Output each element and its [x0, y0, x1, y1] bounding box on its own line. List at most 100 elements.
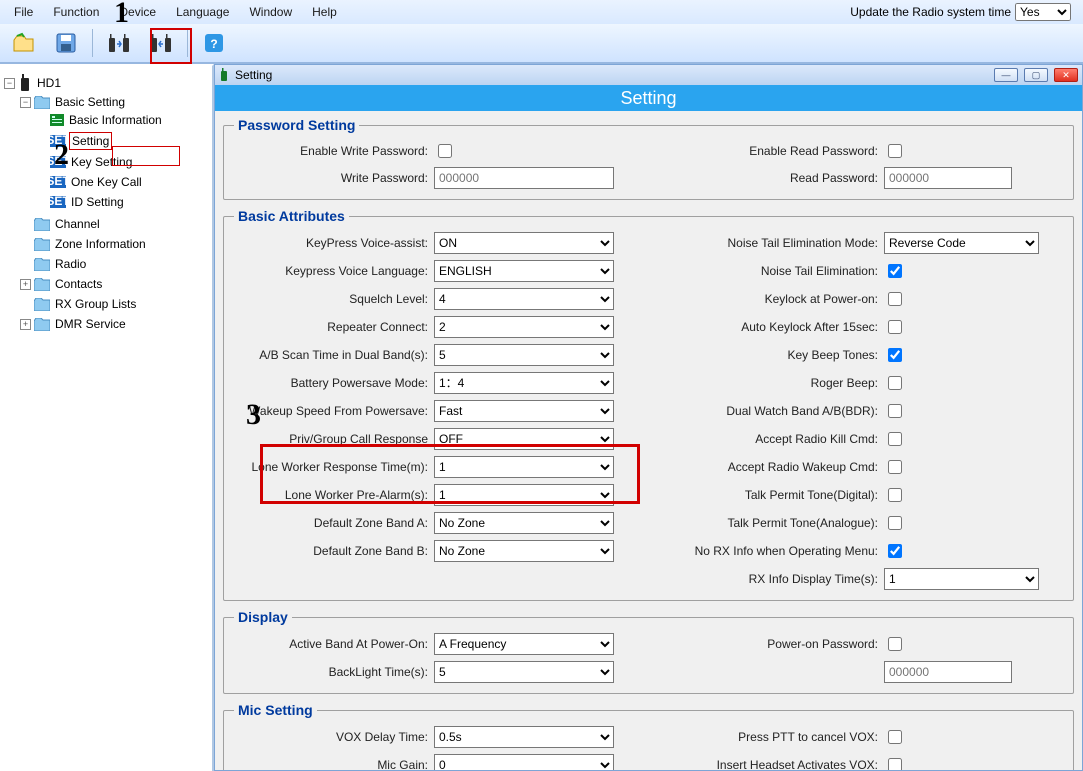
toolbar-read-radio-button[interactable] [101, 28, 137, 58]
press-ptt-checkbox[interactable] [888, 730, 902, 744]
active-band-label: Active Band At Power-On: [234, 637, 434, 651]
tree-setting[interactable]: Setting [69, 132, 112, 150]
insert-headset-label: Insert Headset Activates VOX: [684, 758, 884, 770]
noise-mode-select[interactable]: Reverse Code [884, 232, 1039, 254]
radio-icon [18, 74, 32, 92]
lone-pre-select[interactable]: 1 [434, 484, 614, 506]
navigation-tree[interactable]: − HD1 − Basic Setting Basic Information [0, 64, 214, 771]
info-icon [50, 114, 64, 126]
priv-group-select[interactable]: OFF [434, 428, 614, 450]
key-beep-checkbox[interactable] [888, 348, 902, 362]
password-setting-group: Password Setting Enable Write Password: … [223, 117, 1074, 200]
svg-text:?: ? [210, 37, 217, 51]
accept-kill-checkbox[interactable] [888, 432, 902, 446]
toolbar-save-button[interactable] [48, 28, 84, 58]
tree-radio[interactable]: Radio [53, 256, 88, 272]
talk-permit-dig-checkbox[interactable] [888, 488, 902, 502]
folder-icon [34, 278, 50, 291]
auto-keylock-label: Auto Keylock After 15sec: [684, 320, 884, 334]
window-minimize-button[interactable]: — [994, 68, 1018, 82]
repeater-select[interactable]: 2 [434, 316, 614, 338]
accept-kill-label: Accept Radio Kill Cmd: [684, 432, 884, 446]
folder-icon [34, 218, 50, 231]
ab-scan-label: A/B Scan Time in Dual Band(s): [234, 348, 434, 362]
priv-group-label: Priv/Group Call Response [234, 432, 434, 446]
set-icon: SET [50, 196, 66, 208]
tree-one-key-call[interactable]: One Key Call [69, 174, 144, 190]
toolbar: ? [0, 24, 1083, 64]
tree-rx-group-lists[interactable]: RX Group Lists [53, 296, 138, 312]
tree-basic-setting[interactable]: Basic Setting [53, 94, 127, 110]
rx-info-time-select[interactable]: 1 [884, 568, 1039, 590]
folder-icon [34, 238, 50, 251]
window-maximize-button[interactable]: ▢ [1024, 68, 1048, 82]
keypress-voice-assist-select[interactable]: ON [434, 232, 614, 254]
active-band-select[interactable]: A Frequency [434, 633, 614, 655]
setting-window: Setting — ▢ ✕ Setting Password Setting E… [214, 64, 1083, 771]
noise-elim-checkbox[interactable] [888, 264, 902, 278]
menu-window[interactable]: Window [239, 3, 302, 21]
backlight-label: BackLight Time(s): [234, 665, 434, 679]
tree-dmr-service[interactable]: DMR Service [53, 316, 128, 332]
backlight-select[interactable]: 5 [434, 661, 614, 683]
toolbar-write-radio-button[interactable] [143, 28, 179, 58]
tree-channel[interactable]: Channel [53, 216, 102, 232]
radio-download-icon [106, 32, 132, 54]
dual-watch-checkbox[interactable] [888, 404, 902, 418]
menu-function[interactable]: Function [43, 3, 109, 21]
squelch-select[interactable]: 4 [434, 288, 614, 310]
talk-permit-ana-label: Talk Permit Tone(Analogue): [684, 516, 884, 530]
wakeup-label: Wakeup Speed From Powersave: [234, 404, 434, 418]
mic-setting-group: Mic Setting VOX Delay Time: 0.5s Press P… [223, 702, 1074, 770]
svg-text:SET: SET [50, 196, 66, 208]
tree-id-setting[interactable]: ID Setting [69, 194, 126, 210]
vox-delay-select[interactable]: 0.5s [434, 726, 614, 748]
enable-read-password-checkbox[interactable] [888, 144, 902, 158]
menu-device[interactable]: Device [109, 3, 166, 21]
tree-collapse-icon[interactable]: − [4, 78, 15, 89]
toolbar-help-button[interactable]: ? [196, 28, 232, 58]
update-radio-time-select[interactable]: Yes [1015, 3, 1071, 21]
menu-file[interactable]: File [4, 3, 43, 21]
write-password-input[interactable] [434, 167, 614, 189]
window-close-button[interactable]: ✕ [1054, 68, 1078, 82]
accept-wakeup-checkbox[interactable] [888, 460, 902, 474]
battery-select[interactable]: 1：4 [434, 372, 614, 394]
noise-mode-label: Noise Tail Elimination Mode: [684, 236, 884, 250]
accept-wakeup-label: Accept Radio Wakeup Cmd: [684, 460, 884, 474]
tree-root[interactable]: HD1 [35, 75, 63, 91]
tree-key-setting[interactable]: Key Setting [69, 154, 134, 170]
auto-keylock-checkbox[interactable] [888, 320, 902, 334]
lone-resp-label: Lone Worker Response Time(m): [234, 460, 434, 474]
repeater-label: Repeater Connect: [234, 320, 434, 334]
tree-contacts[interactable]: Contacts [53, 276, 104, 292]
keypress-voice-lang-select[interactable]: ENGLISH [434, 260, 614, 282]
read-password-label: Read Password: [684, 171, 884, 185]
tree-collapse-icon[interactable]: − [20, 97, 31, 108]
mic-gain-select[interactable]: 0 [434, 754, 614, 770]
no-rx-info-checkbox[interactable] [888, 544, 902, 558]
zone-a-select[interactable]: No Zone [434, 512, 614, 534]
lone-resp-select[interactable]: 1 [434, 456, 614, 478]
zone-b-select[interactable]: No Zone [434, 540, 614, 562]
wakeup-select[interactable]: Fast [434, 400, 614, 422]
roger-checkbox[interactable] [888, 376, 902, 390]
toolbar-open-button[interactable] [6, 28, 42, 58]
read-password-input[interactable] [884, 167, 1012, 189]
tree-expand-icon[interactable]: + [20, 319, 31, 330]
ab-scan-select[interactable]: 5 [434, 344, 614, 366]
tree-basic-information[interactable]: Basic Information [67, 112, 164, 128]
squelch-label: Squelch Level: [234, 292, 434, 306]
key-beep-label: Key Beep Tones: [684, 348, 884, 362]
poweron-pw-checkbox[interactable] [888, 637, 902, 651]
keylock-power-checkbox[interactable] [888, 292, 902, 306]
zone-a-label: Default Zone Band A: [234, 516, 434, 530]
menu-help[interactable]: Help [302, 3, 347, 21]
enable-write-password-checkbox[interactable] [438, 144, 452, 158]
tree-zone-information[interactable]: Zone Information [53, 236, 148, 252]
poweron-pw-input[interactable] [884, 661, 1012, 683]
insert-headset-checkbox[interactable] [888, 758, 902, 770]
talk-permit-ana-checkbox[interactable] [888, 516, 902, 530]
tree-expand-icon[interactable]: + [20, 279, 31, 290]
menu-language[interactable]: Language [166, 3, 239, 21]
